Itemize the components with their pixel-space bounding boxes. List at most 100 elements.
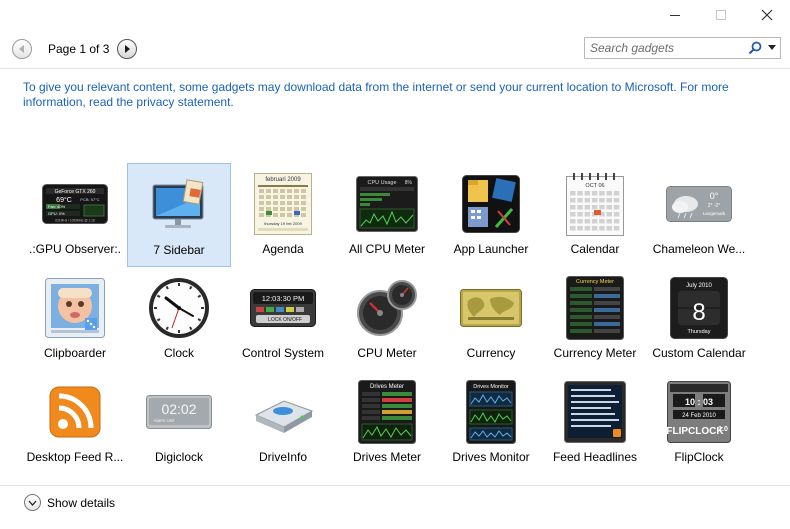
gadget-tile[interactable]: Feed Headlines bbox=[543, 371, 647, 475]
control-system-icon: 12:03:30 PM LOCK ON/OFF bbox=[250, 289, 316, 327]
search-icon[interactable] bbox=[748, 41, 762, 55]
show-details-toggle[interactable]: Show details bbox=[24, 494, 115, 511]
thumb-detail bbox=[294, 189, 299, 193]
thumb-detail bbox=[594, 294, 620, 298]
thumb-detail bbox=[570, 198, 576, 203]
thumb-detail bbox=[259, 213, 264, 217]
gadget-label: 7 Sidebar bbox=[153, 243, 205, 257]
gadget-tile[interactable]: July 2010 8 Thursday Custom Calendar bbox=[647, 267, 751, 371]
thumb-detail bbox=[382, 404, 412, 408]
thumb-detail bbox=[606, 205, 612, 210]
thumb-detail bbox=[570, 294, 592, 298]
gadget-label: Currency bbox=[466, 346, 516, 360]
gadget-tile[interactable]: CPU Usage 8% All CPU Meter bbox=[335, 163, 439, 267]
gadget-tile[interactable]: Currency Meter Currency Meter bbox=[543, 267, 647, 371]
clock-tick bbox=[165, 285, 169, 290]
gadget-label: Currency Meter bbox=[553, 346, 637, 360]
thumb-detail bbox=[301, 201, 306, 205]
thumb-detail bbox=[382, 416, 412, 420]
thumb-detail bbox=[594, 329, 620, 333]
thumb-detail bbox=[273, 189, 278, 193]
search-input[interactable] bbox=[590, 41, 740, 55]
gadget-tile[interactable]: 02:02 Alarm Unit Digiclock bbox=[127, 371, 231, 475]
thumb-detail bbox=[591, 198, 598, 203]
thumb-detail bbox=[613, 226, 620, 231]
show-details-label[interactable]: Show details bbox=[47, 496, 115, 510]
gadget-tile[interactable]: Drives Meter Drives Meter bbox=[335, 371, 439, 475]
privacy-notice-link[interactable]: To give you relevant content, some gadge… bbox=[23, 80, 763, 110]
custom-cal-month: July 2010 bbox=[686, 283, 712, 289]
flip-clock-icon: 10 : 03 24 Feb 2010 FLIPCLOCK 1.0 bbox=[667, 381, 731, 443]
thumb-detail bbox=[599, 205, 605, 210]
chevron-right-icon bbox=[125, 45, 131, 53]
thumb-detail bbox=[591, 226, 598, 231]
clock-icon bbox=[149, 278, 209, 338]
thumb-detail bbox=[577, 219, 583, 224]
thumb-detail bbox=[362, 410, 380, 414]
thumb-detail bbox=[570, 212, 576, 217]
gadget-tile[interactable]: februari 2009 thursday 19 feb 2009 Agend… bbox=[231, 163, 335, 267]
drives-monitor-icon: Drives Monitor bbox=[466, 380, 516, 444]
gadget-label: App Launcher bbox=[453, 242, 529, 256]
gadget-tile[interactable]: Desktop Feed R... bbox=[23, 371, 127, 475]
thumb-detail bbox=[584, 219, 591, 224]
gadget-label: Control System bbox=[241, 346, 325, 360]
thumb-detail bbox=[599, 219, 605, 224]
thumb-detail bbox=[584, 226, 591, 231]
weather-cloud-icon: 0° 2° -2° Langemark bbox=[666, 186, 732, 222]
digital-clock-icon: 02:02 Alarm Unit bbox=[146, 395, 212, 429]
cpu-usage-icon: CPU Usage 8% bbox=[356, 176, 418, 232]
thumb-detail bbox=[571, 419, 619, 421]
gadget-tile[interactable]: 10 : 03 24 Feb 2010 FLIPCLOCK 1.0 FlipCl… bbox=[647, 371, 751, 475]
gadget-tile[interactable]: CPU Meter bbox=[335, 267, 439, 371]
gadget-tile-selected[interactable]: 7 Sidebar bbox=[127, 163, 231, 267]
thumb-detail bbox=[287, 195, 292, 199]
digiclock-time: 02:02 bbox=[161, 401, 196, 417]
expand-button[interactable] bbox=[24, 494, 41, 511]
clock-tick bbox=[197, 294, 202, 298]
thumb-detail bbox=[266, 201, 271, 205]
chevron-down-icon[interactable] bbox=[768, 45, 776, 51]
thumb-detail bbox=[294, 207, 299, 211]
gadget-tile[interactable]: 12:03:30 PM LOCK ON/OFF Control System bbox=[231, 267, 335, 371]
gadget-tile[interactable]: Clipboarder bbox=[23, 267, 127, 371]
thumb-detail bbox=[294, 195, 299, 199]
minimize-icon bbox=[670, 15, 680, 16]
gadget-tile[interactable]: GeForce GTX 260 69°C PCB: 57°C Fan: 40% … bbox=[23, 163, 127, 267]
chevron-down-icon bbox=[28, 500, 37, 506]
cpu-usage-title: CPU Usage bbox=[367, 180, 396, 186]
flip-version: 1.0 bbox=[718, 426, 728, 433]
gpu-fan-text: Fan: 40% bbox=[48, 204, 66, 209]
gadget-label: Custom Calendar bbox=[652, 346, 746, 360]
thumb-detail bbox=[266, 195, 271, 199]
clock-tick bbox=[165, 326, 169, 331]
gadget-tile[interactable]: App Launcher bbox=[439, 163, 543, 267]
thumb-detail bbox=[571, 413, 615, 415]
thumb-detail bbox=[273, 195, 278, 199]
thumb-detail bbox=[571, 425, 611, 427]
gadget-tile[interactable]: OCT 06 Calendar bbox=[543, 163, 647, 267]
gadget-tile[interactable]: DriveInfo bbox=[231, 371, 335, 475]
control-lock-text: LOCK ON/OFF bbox=[268, 317, 302, 323]
toolbar-divider bbox=[0, 68, 790, 69]
gadget-tile[interactable]: Clock bbox=[127, 267, 231, 371]
weather-city-text: Langemark bbox=[703, 211, 726, 216]
thumb-detail bbox=[280, 201, 285, 205]
thumb-detail bbox=[259, 207, 264, 211]
clock-tick bbox=[156, 294, 161, 298]
close-button[interactable] bbox=[744, 0, 790, 30]
gadget-tile[interactable]: Currency bbox=[439, 267, 543, 371]
gadget-label: Clipboarder bbox=[43, 346, 107, 360]
previous-page-button[interactable] bbox=[12, 39, 32, 59]
minimize-button[interactable] bbox=[652, 0, 698, 30]
gadget-tile[interactable]: Drives Monitor Drives Monitor bbox=[439, 371, 543, 475]
agenda-icon: februari 2009 thursday 19 feb 2009 bbox=[254, 173, 312, 235]
next-page-button[interactable] bbox=[117, 39, 138, 59]
weather-temp-text: 0° bbox=[710, 191, 719, 201]
sidebar-monitor-icon bbox=[152, 179, 204, 228]
maximize-button[interactable] bbox=[698, 0, 744, 30]
thumb-detail bbox=[301, 189, 306, 193]
thumb-detail bbox=[280, 195, 285, 199]
thumb-detail bbox=[280, 189, 285, 193]
gadget-tile[interactable]: 0° 2° -2° Langemark Chameleon We... bbox=[647, 163, 751, 267]
